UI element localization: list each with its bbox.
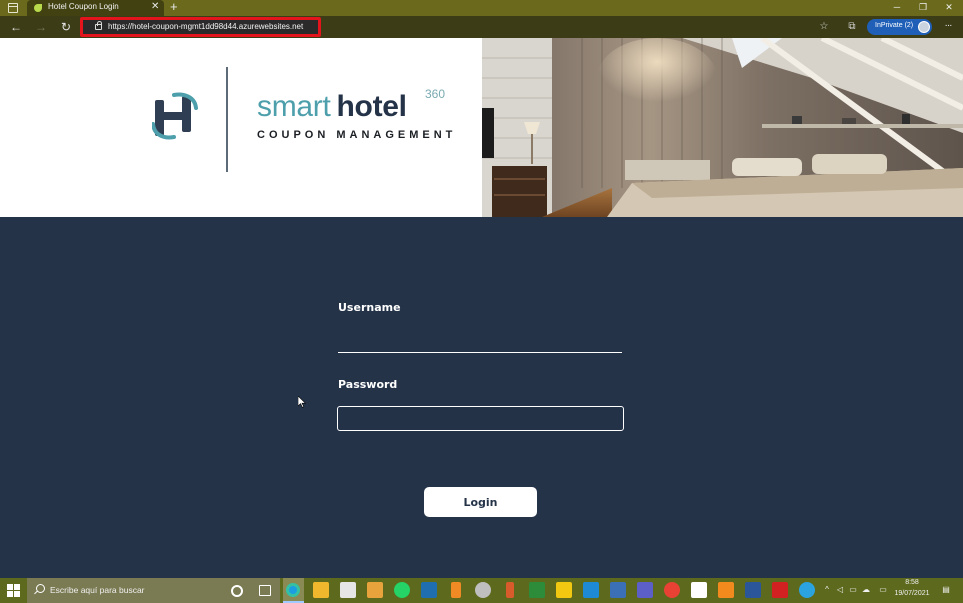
browser-toolbar: ← → ↻ https://hotel-coupon-mgmt1dd98d44.… <box>0 16 963 38</box>
tab-title: Hotel Coupon Login <box>48 2 119 11</box>
hotel-room-photo <box>482 38 963 217</box>
login-button[interactable]: Login <box>424 487 537 517</box>
typora-icon[interactable] <box>691 582 707 598</box>
new-tab-icon[interactable]: + <box>170 0 178 15</box>
brand-word-hotel: hotel <box>336 90 407 123</box>
vscode-icon[interactable] <box>583 582 599 598</box>
profile-avatar-icon <box>918 21 930 33</box>
volume-icon[interactable]: ◁ <box>835 585 845 595</box>
mouse-cursor-icon <box>298 396 306 408</box>
brand-superscript: 360 <box>425 87 446 101</box>
address-url[interactable]: https://hotel-coupon-mgmt1dd98d44.azurew… <box>108 22 303 31</box>
logo-divider <box>226 67 228 172</box>
back-icon[interactable]: ← <box>8 19 24 35</box>
taskbar-search-placeholder: Escribe aquí para buscar <box>50 585 145 595</box>
hero-header: smart hotel 360 COUPON MANAGEMENT <box>0 38 963 217</box>
password-label: Password <box>338 378 398 391</box>
password-input[interactable] <box>337 406 624 431</box>
refresh-icon[interactable]: ↻ <box>58 19 74 35</box>
media-player-icon[interactable] <box>367 582 383 598</box>
acrobat-icon[interactable] <box>772 582 788 598</box>
vmware-icon[interactable] <box>421 582 437 598</box>
username-label: Username <box>338 301 401 314</box>
paint-icon[interactable] <box>475 582 491 598</box>
brand-word-smart: smart <box>257 90 331 123</box>
brand-subtitle: COUPON MANAGEMENT <box>257 129 457 141</box>
remote-desktop-icon[interactable] <box>610 582 626 598</box>
search-icon <box>36 584 45 593</box>
taskbar-date[interactable]: 19/07/2021 <box>893 590 931 597</box>
word-icon[interactable] <box>745 582 761 598</box>
restore-icon[interactable]: ❐ <box>910 0 936 16</box>
forward-icon[interactable]: → <box>33 19 49 35</box>
browser-tab-bar: Hotel Coupon Login ✕ + ─ ❐ ✕ <box>0 0 963 16</box>
inprivate-label: InPrivate (2) <box>875 22 914 29</box>
smart-hotel-logo-icon <box>152 92 198 140</box>
keyboard-icon[interactable]: ▭ <box>876 585 890 595</box>
address-bar[interactable]: https://hotel-coupon-mgmt1dd98d44.azurew… <box>80 17 321 37</box>
tab-favicon-icon <box>34 4 42 12</box>
teams-icon[interactable] <box>637 582 653 598</box>
tray-chevron-up-icon[interactable]: ^ <box>822 585 832 595</box>
sheets-icon[interactable] <box>529 582 545 598</box>
power-bi-icon[interactable] <box>556 582 572 598</box>
minimize-icon[interactable]: ─ <box>884 0 910 16</box>
lock-icon <box>95 21 102 30</box>
brand-logo-panel: smart hotel 360 COUPON MANAGEMENT <box>0 38 482 217</box>
cortana-icon[interactable] <box>231 585 243 597</box>
outlook-icon[interactable] <box>718 582 734 598</box>
git-icon[interactable] <box>506 582 514 598</box>
battery-icon[interactable]: ▭ <box>848 585 858 595</box>
onedrive-icon[interactable]: ☁ <box>861 585 871 595</box>
window-close-icon[interactable]: ✕ <box>936 0 962 16</box>
windows-taskbar: Escribe aquí para buscar ^ ◁ ▭ ☁ ▭ 8:58 … <box>0 578 963 603</box>
collections-icon[interactable]: ⧉ <box>845 20 859 34</box>
inprivate-button[interactable]: InPrivate (2) <box>867 19 932 35</box>
whatsapp-icon[interactable] <box>394 582 410 598</box>
taskbar-edge-active[interactable] <box>283 578 304 603</box>
username-input[interactable] <box>338 335 622 353</box>
tab-close-icon[interactable]: ✕ <box>151 1 159 13</box>
browser-tab[interactable]: Hotel Coupon Login ✕ <box>27 0 164 16</box>
file-explorer-icon[interactable] <box>313 582 329 598</box>
notifications-icon[interactable]: ▤ <box>940 585 952 595</box>
add-favorite-icon[interactable]: ☆ <box>817 20 831 34</box>
tab-actions-icon[interactable] <box>8 3 18 13</box>
windows-start-icon[interactable] <box>7 584 20 597</box>
settings-more-icon[interactable]: ··· <box>940 19 956 35</box>
edge-browser-icon <box>286 583 300 597</box>
store-icon[interactable] <box>340 582 356 598</box>
sublime-icon[interactable] <box>451 582 461 598</box>
login-form-area: Username Password Login <box>0 217 963 578</box>
chrome-icon[interactable] <box>664 582 680 598</box>
telegram-icon[interactable] <box>799 582 815 598</box>
task-view-icon[interactable] <box>259 585 271 596</box>
brand-wordmark: smart hotel <box>257 90 407 124</box>
taskbar-time[interactable]: 8:58 <box>896 579 928 586</box>
